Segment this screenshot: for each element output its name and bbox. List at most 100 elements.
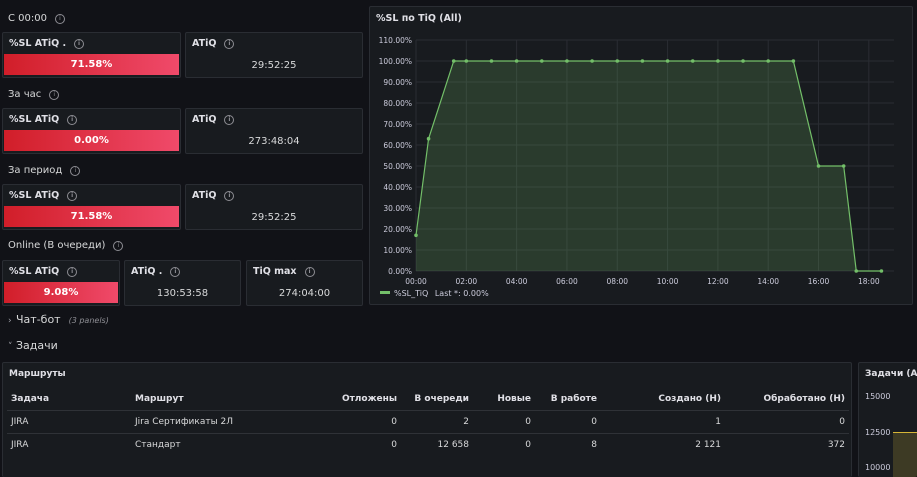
data-point — [414, 233, 418, 238]
y-tick-label: 90.00% — [383, 78, 412, 87]
stat-value-bar: 71.58% — [4, 206, 179, 227]
stat-sl-atiq-period[interactable]: %SL ATiQ i 71.58% — [2, 184, 181, 230]
info-icon[interactable]: i — [224, 115, 235, 125]
data-point — [854, 269, 859, 273]
stat-value-bar: 0.00% — [4, 130, 179, 151]
stat-tiq-max-online[interactable]: TiQ max i 274:04:00 — [246, 260, 363, 306]
section-tasks[interactable]: ˅ Задачи — [8, 339, 58, 352]
data-point — [791, 59, 796, 63]
info-icon[interactable]: i — [304, 267, 315, 277]
data-point — [640, 59, 645, 63]
cell-deferred: 0 — [309, 433, 401, 456]
x-tick-label: 16:00 — [808, 277, 830, 286]
y-tick-label: 40.00% — [383, 183, 412, 192]
section-label: Чат-бот — [16, 313, 61, 326]
tasks-series-line — [893, 432, 917, 433]
section-chatbot[interactable]: › Чат-бот (3 panels) — [8, 313, 109, 326]
info-icon[interactable]: i — [113, 241, 124, 251]
group-title-since-midnight: С 00:00 i — [8, 13, 65, 24]
stat-title: ATiQ .i — [131, 266, 181, 277]
routes-table-panel[interactable]: Маршруты Задача Маршрут Отложены В очере… — [2, 362, 852, 477]
chevron-right-icon: › — [8, 316, 12, 326]
tasks-y-tick: 10000 — [865, 463, 891, 472]
info-icon[interactable]: i — [224, 191, 235, 201]
y-tick-label: 70.00% — [383, 120, 412, 129]
info-icon[interactable]: i — [170, 267, 181, 277]
legend-series-name: %SL_TiQ — [394, 289, 429, 298]
x-tick-label: 08:00 — [606, 277, 628, 286]
chart-panel-sl-tiq[interactable]: %SL по TiQ (All) 0.00% 10.00% 20.00% 30.00%… — [369, 6, 913, 305]
info-icon[interactable]: i — [49, 90, 60, 100]
tasks-chart-panel[interactable]: Задачи (All 15000 12500 10000 — [858, 362, 917, 477]
cell-task: JIRA — [7, 433, 131, 456]
stat-atiq-online[interactable]: ATiQ .i 130:53:58 — [124, 260, 241, 306]
column-header-new[interactable]: Новые — [473, 388, 535, 411]
column-header-created[interactable]: Создано (Н) — [601, 388, 725, 411]
stat-sl-atiq-online[interactable]: %SL ATiQ i 9.08% — [2, 260, 120, 306]
stat-atiq-last-hour[interactable]: ATiQ i 273:48:04 — [185, 108, 363, 154]
stat-value-bar: 9.08% — [4, 282, 118, 303]
info-icon[interactable]: i — [74, 39, 85, 49]
y-tick-label: 80.00% — [383, 99, 412, 108]
y-tick-label: 20.00% — [383, 225, 412, 234]
y-tick-label: 100.00% — [379, 57, 412, 66]
info-icon[interactable]: i — [224, 39, 235, 49]
stat-title: TiQ max i — [253, 266, 315, 277]
chart-legend[interactable]: %SL_TiQ Last *: 0.00% — [380, 289, 489, 298]
stat-sl-atiq-since-midnight[interactable]: %SL ATiQ .i 71.58% — [2, 32, 181, 78]
routes-table: Задача Маршрут Отложены В очереди Новые … — [7, 388, 849, 456]
cell-in-progress: 8 — [535, 433, 601, 456]
column-header-in-queue[interactable]: В очереди — [401, 388, 473, 411]
cell-new: 0 — [473, 433, 535, 456]
stat-sl-atiq-last-hour[interactable]: %SL ATiQ i 0.00% — [2, 108, 181, 154]
info-icon[interactable]: i — [70, 166, 81, 176]
data-point — [879, 269, 884, 273]
column-header-in-progress[interactable]: В работе — [535, 388, 601, 411]
x-tick-label: 14:00 — [757, 277, 779, 286]
cell-created: 1 — [601, 410, 725, 434]
cell-in-queue: 12 658 — [401, 433, 473, 456]
stat-title: %SL ATiQ .i — [9, 38, 85, 49]
stat-title: ATiQ i — [192, 114, 235, 125]
y-tick-label: 50.00% — [383, 162, 412, 171]
stat-value: 274:04:00 — [278, 288, 331, 299]
stat-title: %SL ATiQ i — [9, 190, 78, 201]
group-title-online-queue: Online (В очереди) i — [8, 240, 124, 251]
info-icon[interactable]: i — [54, 14, 65, 24]
table-row[interactable]: JIRA Jira Сертификаты 2Л 0 2 0 0 1 0 — [7, 410, 849, 434]
data-point — [451, 59, 456, 63]
stat-value: 29:52:25 — [251, 212, 297, 223]
data-point — [590, 59, 594, 63]
data-point — [514, 59, 519, 63]
table-header-row: Задача Маршрут Отложены В очереди Новые … — [7, 388, 849, 411]
data-point — [716, 59, 720, 63]
data-point — [539, 59, 544, 63]
column-header-processed[interactable]: Обработано (Н) — [725, 388, 849, 411]
stat-atiq-since-midnight[interactable]: ATiQ i 29:52:25 — [185, 32, 363, 78]
x-tick-label: 06:00 — [556, 277, 578, 286]
info-icon[interactable]: i — [67, 267, 78, 277]
table-row[interactable]: JIRA Стандарт 0 12 658 0 8 2 121 372 — [7, 433, 849, 456]
tasks-series-area — [893, 433, 917, 477]
data-point — [464, 59, 469, 63]
data-point — [841, 164, 846, 168]
x-tick-label: 04:00 — [506, 277, 528, 286]
info-icon[interactable]: i — [67, 191, 78, 201]
sl-tiq-chart[interactable]: 0.00% 10.00% 20.00% 30.00% 40.00% 50.00% 60.00… — [370, 7, 912, 304]
section-label: Задачи — [16, 339, 58, 352]
info-icon[interactable]: i — [67, 115, 78, 125]
stat-atiq-period[interactable]: ATiQ i 29:52:25 — [185, 184, 363, 230]
data-point — [766, 59, 771, 63]
column-header-task[interactable]: Задача — [7, 388, 131, 411]
stat-value-bar: 71.58% — [4, 54, 179, 75]
legend-last-value: Last *: 0.00% — [434, 289, 489, 298]
data-point — [816, 164, 821, 168]
column-header-deferred[interactable]: Отложены — [309, 388, 401, 411]
y-tick-label: 60.00% — [383, 141, 412, 150]
y-tick-label: 0.00% — [388, 267, 412, 276]
cell-in-queue: 2 — [401, 410, 473, 434]
tasks-y-tick: 15000 — [865, 392, 891, 401]
x-tick-label: 02:00 — [456, 277, 478, 286]
section-panel-count: (3 panels) — [68, 316, 109, 325]
column-header-route[interactable]: Маршрут — [131, 388, 309, 411]
